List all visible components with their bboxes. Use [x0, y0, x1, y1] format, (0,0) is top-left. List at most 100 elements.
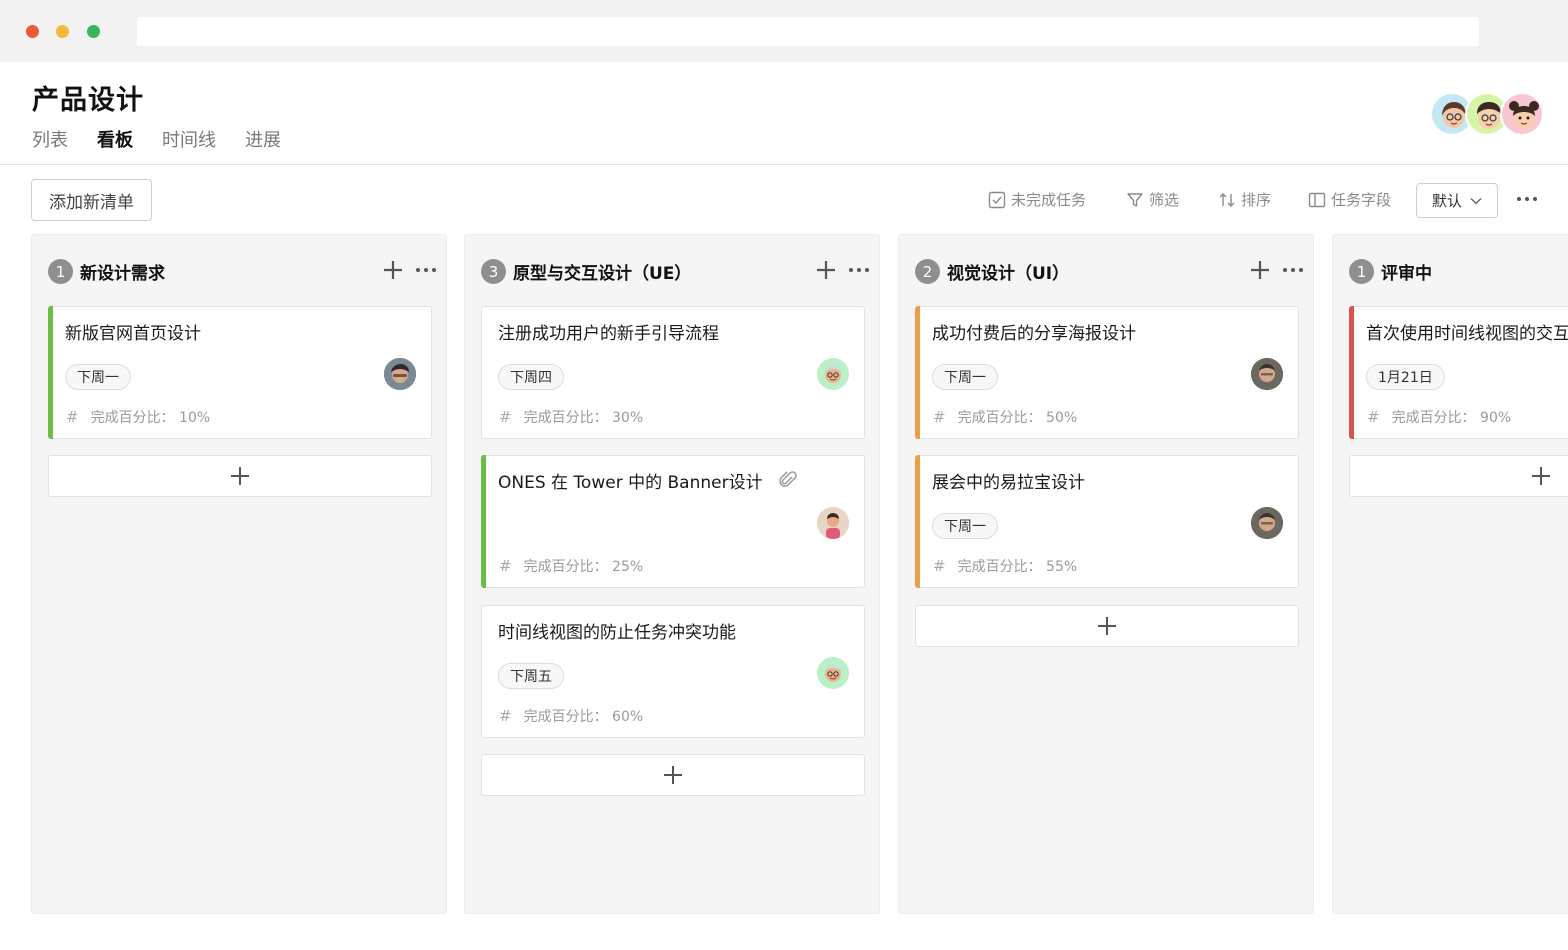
add-list-button[interactable]: 添加新清单: [31, 179, 152, 221]
maximize-window-button[interactable]: [87, 25, 100, 38]
meta-label: 完成百分比：: [523, 709, 608, 725]
sort-label: 排序: [1241, 191, 1272, 209]
column-title: 新设计需求: [80, 264, 165, 284]
chevron-down-icon: [1470, 197, 1482, 204]
hash-icon: #: [499, 707, 512, 725]
view-tabs: 列表 看板 时间线 进展: [32, 126, 281, 152]
column-count: 1: [1349, 259, 1374, 284]
task-card[interactable]: 新版官网首页设计 下周一 # 完成百分比： 10%: [48, 306, 432, 439]
due-date-tag[interactable]: 下周一: [932, 364, 998, 390]
sort-button[interactable]: 排序: [1218, 189, 1271, 210]
due-date-tag[interactable]: 1月21日: [1366, 364, 1445, 390]
task-fields-label: 任务字段: [1331, 191, 1392, 209]
add-task-icon[interactable]: [382, 259, 404, 281]
column-count: 1: [48, 259, 73, 284]
view-select[interactable]: 默认: [1416, 183, 1498, 218]
address-bar[interactable]: [137, 17, 1479, 46]
column-more-icon[interactable]: [847, 264, 871, 276]
assignee-avatar[interactable]: [817, 507, 849, 539]
plus-icon: [1532, 467, 1550, 485]
meta-value: 50%: [1046, 410, 1078, 426]
column-count: 3: [481, 259, 506, 284]
column-header: 3 原型与交互设计（UE）: [481, 259, 691, 284]
card-meta: # 完成百分比： 90%: [1367, 407, 1511, 427]
task-card[interactable]: 注册成功用户的新手引导流程 下周四 # 完成百分比： 30%: [481, 306, 865, 439]
window-titlebar: [0, 0, 1568, 62]
due-date-tag[interactable]: 下周四: [498, 364, 564, 390]
hash-icon: #: [933, 408, 946, 426]
card-title: 首次使用时间线视图的交互: [1366, 324, 1568, 344]
due-date-tag[interactable]: 下周一: [932, 513, 998, 539]
minimize-window-button[interactable]: [56, 25, 69, 38]
column-title: 原型与交互设计（UE）: [513, 264, 692, 284]
column-header: 1 评审中: [1349, 259, 1432, 284]
task-card[interactable]: 展会中的易拉宝设计 下周一 # 完成百分比： 55%: [915, 455, 1299, 588]
column-more-icon[interactable]: [414, 264, 438, 276]
card-meta: # 完成百分比： 30%: [499, 407, 643, 427]
task-fields-button[interactable]: 任务字段: [1308, 189, 1391, 210]
avatar[interactable]: [1500, 92, 1544, 136]
add-card-button[interactable]: [481, 754, 865, 796]
assignee-avatar[interactable]: [817, 657, 849, 689]
meta-value: 90%: [1480, 410, 1512, 426]
assignee-avatar[interactable]: [817, 358, 849, 390]
card-title: 注册成功用户的新手引导流程: [498, 324, 719, 344]
card-stripe: [1349, 306, 1354, 439]
task-card[interactable]: ONES 在 Tower 中的 Banner设计 # 完成百分比： 25%: [481, 455, 865, 588]
column-title: 评审中: [1381, 264, 1432, 284]
card-title: 成功付费后的分享海报设计: [932, 324, 1136, 344]
columns-icon: [1308, 192, 1326, 207]
meta-value: 10%: [179, 410, 211, 426]
add-card-button[interactable]: [915, 605, 1299, 647]
board-column: 2 视觉设计（UI） 成功付费后的分享海报设计 下周一 # 完成百分比： 50%…: [898, 234, 1314, 914]
card-stripe: [915, 306, 920, 439]
more-options-icon[interactable]: [1515, 189, 1539, 209]
card-stripe: [48, 306, 53, 439]
board-column: 3 原型与交互设计（UE） 注册成功用户的新手引导流程 下周四 # 完成百分比：…: [464, 234, 880, 914]
add-task-icon[interactable]: [815, 259, 837, 281]
add-card-button[interactable]: [48, 455, 432, 497]
column-more-icon[interactable]: [1281, 264, 1305, 276]
tab-progress[interactable]: 进展: [245, 126, 281, 152]
task-card[interactable]: 成功付费后的分享海报设计 下周一 # 完成百分比： 50%: [915, 306, 1299, 439]
meta-value: 25%: [612, 559, 644, 575]
due-date-tag[interactable]: 下周五: [498, 663, 564, 689]
meta-value: 30%: [612, 410, 644, 426]
column-header: 2 视觉设计（UI）: [915, 259, 1069, 284]
filter-icon: [1127, 192, 1143, 207]
card-stripe: [481, 455, 486, 588]
assignee-avatar[interactable]: [384, 358, 416, 390]
tab-board[interactable]: 看板: [97, 126, 133, 152]
close-window-button[interactable]: [26, 25, 39, 38]
meta-label: 完成百分比：: [957, 559, 1042, 575]
tab-list[interactable]: 列表: [32, 126, 68, 152]
incomplete-tasks-toggle[interactable]: 未完成任务: [988, 189, 1086, 210]
hash-icon: #: [933, 557, 946, 575]
meta-value: 55%: [1046, 559, 1078, 575]
plus-icon: [664, 766, 682, 784]
meta-label: 完成百分比：: [90, 410, 175, 426]
board-column: 1 评审中 首次使用时间线视图的交互 1月21日 # 完成百分比： 90%: [1332, 234, 1568, 914]
task-card[interactable]: 时间线视图的防止任务冲突功能 下周五 # 完成百分比： 60%: [481, 605, 865, 738]
assignee-avatar[interactable]: [1251, 358, 1283, 390]
project-header: 产品设计 列表 看板 时间线 进展: [0, 62, 1568, 165]
card-meta: # 完成百分比： 25%: [499, 556, 643, 576]
incomplete-tasks-label: 未完成任务: [1011, 191, 1087, 209]
plus-icon: [1098, 617, 1116, 635]
due-date-tag[interactable]: 下周一: [65, 364, 131, 390]
tab-timeline[interactable]: 时间线: [162, 126, 216, 152]
filter-button[interactable]: 筛选: [1126, 189, 1179, 210]
hash-icon: #: [499, 557, 512, 575]
card-meta: # 完成百分比： 50%: [933, 407, 1077, 427]
meta-value: 60%: [612, 709, 644, 725]
attachment-icon: [779, 471, 797, 487]
member-avatars[interactable]: [1430, 92, 1544, 136]
checkbox-icon: [988, 191, 1006, 208]
card-meta: # 完成百分比： 10%: [66, 407, 210, 427]
task-card[interactable]: 首次使用时间线视图的交互 1月21日 # 完成百分比： 90%: [1349, 306, 1568, 439]
add-task-icon[interactable]: [1249, 259, 1271, 281]
assignee-avatar[interactable]: [1251, 507, 1283, 539]
board-column: 1 新设计需求 新版官网首页设计 下周一 # 完成百分比： 10%: [31, 234, 447, 914]
meta-label: 完成百分比：: [523, 410, 608, 426]
add-card-button[interactable]: [1349, 455, 1568, 497]
